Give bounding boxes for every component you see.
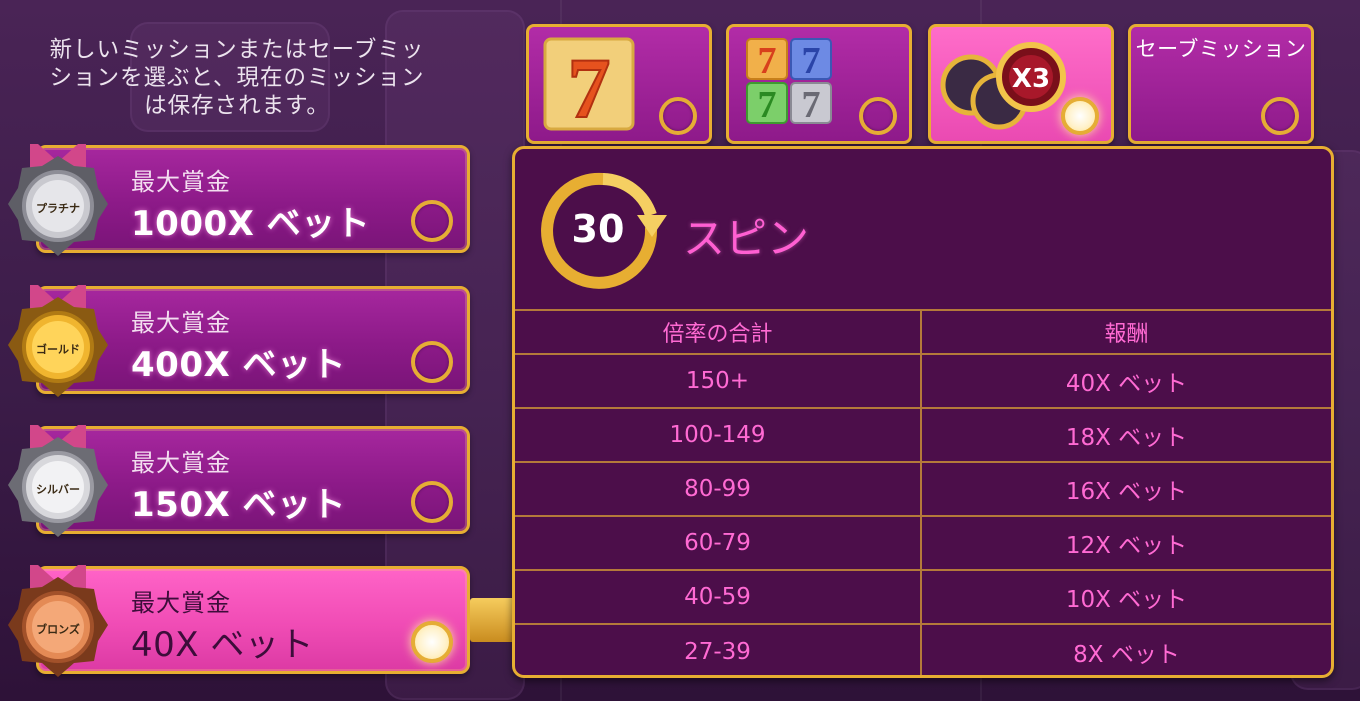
tab-radio[interactable] [659,97,697,135]
table-row: 27-39 8X ベット [515,623,1331,675]
max-prize-value: 400X ベット [131,345,347,385]
bronze-medal-icon: ブロンズ [8,561,108,679]
tab-radio-selected[interactable] [1061,97,1099,135]
table-row: 150+ 40X ベット [515,353,1331,408]
max-prize-label: 最大賞金 [131,449,231,477]
multiplier-cell: 40-59 [515,569,922,624]
tab-seven-mission[interactable]: 7 [526,24,712,144]
seven-digit-2: 7 [802,40,821,82]
platinum-medal-icon: プラチナ [8,140,108,258]
tab-saved-mission[interactable]: セーブミッション [1128,24,1314,144]
multiplier-cell: 80-99 [515,461,922,516]
multiplier-cell: 150+ [515,353,922,408]
table-row: 100-149 18X ベット [515,407,1331,462]
mission-detail-panel: 30 スピン 倍率の合計 報酬 150+ 40X ベット 100-149 18X… [512,146,1334,678]
mission-radio[interactable] [411,341,453,383]
reward-cell: 12X ベット [921,515,1331,570]
multiplier-cell: 60-79 [515,515,922,570]
tab-radio[interactable] [1261,97,1299,135]
reward-cell: 40X ベット [921,353,1331,408]
column-header-reward: 報酬 [921,309,1331,354]
seven-digit: 7 [568,40,611,131]
tab-radio[interactable] [859,97,897,135]
max-prize-value: 1000X ベット [131,204,371,244]
gold-medal-icon: ゴールド [8,281,108,399]
medal-label: シルバー [36,483,80,496]
medal-label: ゴールド [36,343,80,356]
reward-cell: 18X ベット [921,407,1331,462]
payout-table: 倍率の合計 報酬 150+ 40X ベット 100-149 18X ベット 80… [515,309,1331,675]
max-prize-label: 最大賞金 [131,309,231,337]
mission-radio[interactable] [411,200,453,242]
spin-label: スピン [683,214,810,263]
max-prize-label: 最大賞金 [131,168,231,196]
reward-cell: 10X ベット [921,569,1331,624]
multiplier-cell: 27-39 [515,623,922,675]
column-header-multiplier: 倍率の合計 [515,309,922,354]
max-prize-value: 40X ベット [131,625,314,665]
tab-bonus-multiplier-mission[interactable]: X3 [928,24,1114,144]
silver-medal-icon: シルバー [8,421,108,539]
max-prize-label: 最大賞金 [131,589,231,617]
table-header-row: 倍率の合計 報酬 [515,309,1331,354]
seven-digit-3: 7 [758,84,777,126]
medal-label: プラチナ [36,202,80,215]
reward-cell: 8X ベット [921,623,1331,675]
spin-header: 30 スピン [515,149,1331,309]
selection-connector [470,598,516,642]
spin-count: 30 [571,207,625,251]
table-row: 80-99 16X ベット [515,461,1331,516]
instructions-text: 新しいミッションまたはセーブミッションを選ぶと、現在のミッションは保存されます。 [49,37,425,119]
reward-cell: 16X ベット [921,461,1331,516]
table-row: 40-59 10X ベット [515,569,1331,624]
max-prize-value: 150X ベット [131,485,347,525]
bonus-coins-icon: X3 [940,42,1066,130]
seven-icon: 7 [543,37,635,131]
four-sevens-icon: 7 7 7 7 [746,38,832,126]
seven-digit-1: 7 [758,40,777,82]
medal-label: ブロンズ [36,623,80,636]
seven-digit-4: 7 [802,84,821,126]
table-row: 60-79 12X ベット [515,515,1331,570]
multiplier-cell: 100-149 [515,407,922,462]
tab-four-sevens-mission[interactable]: 7 7 7 7 [726,24,912,144]
saved-mission-label: セーブミッション [1135,37,1307,61]
multiplier-badge: X3 [1012,64,1050,94]
mission-radio[interactable] [411,481,453,523]
mission-radio-selected[interactable] [411,621,453,663]
